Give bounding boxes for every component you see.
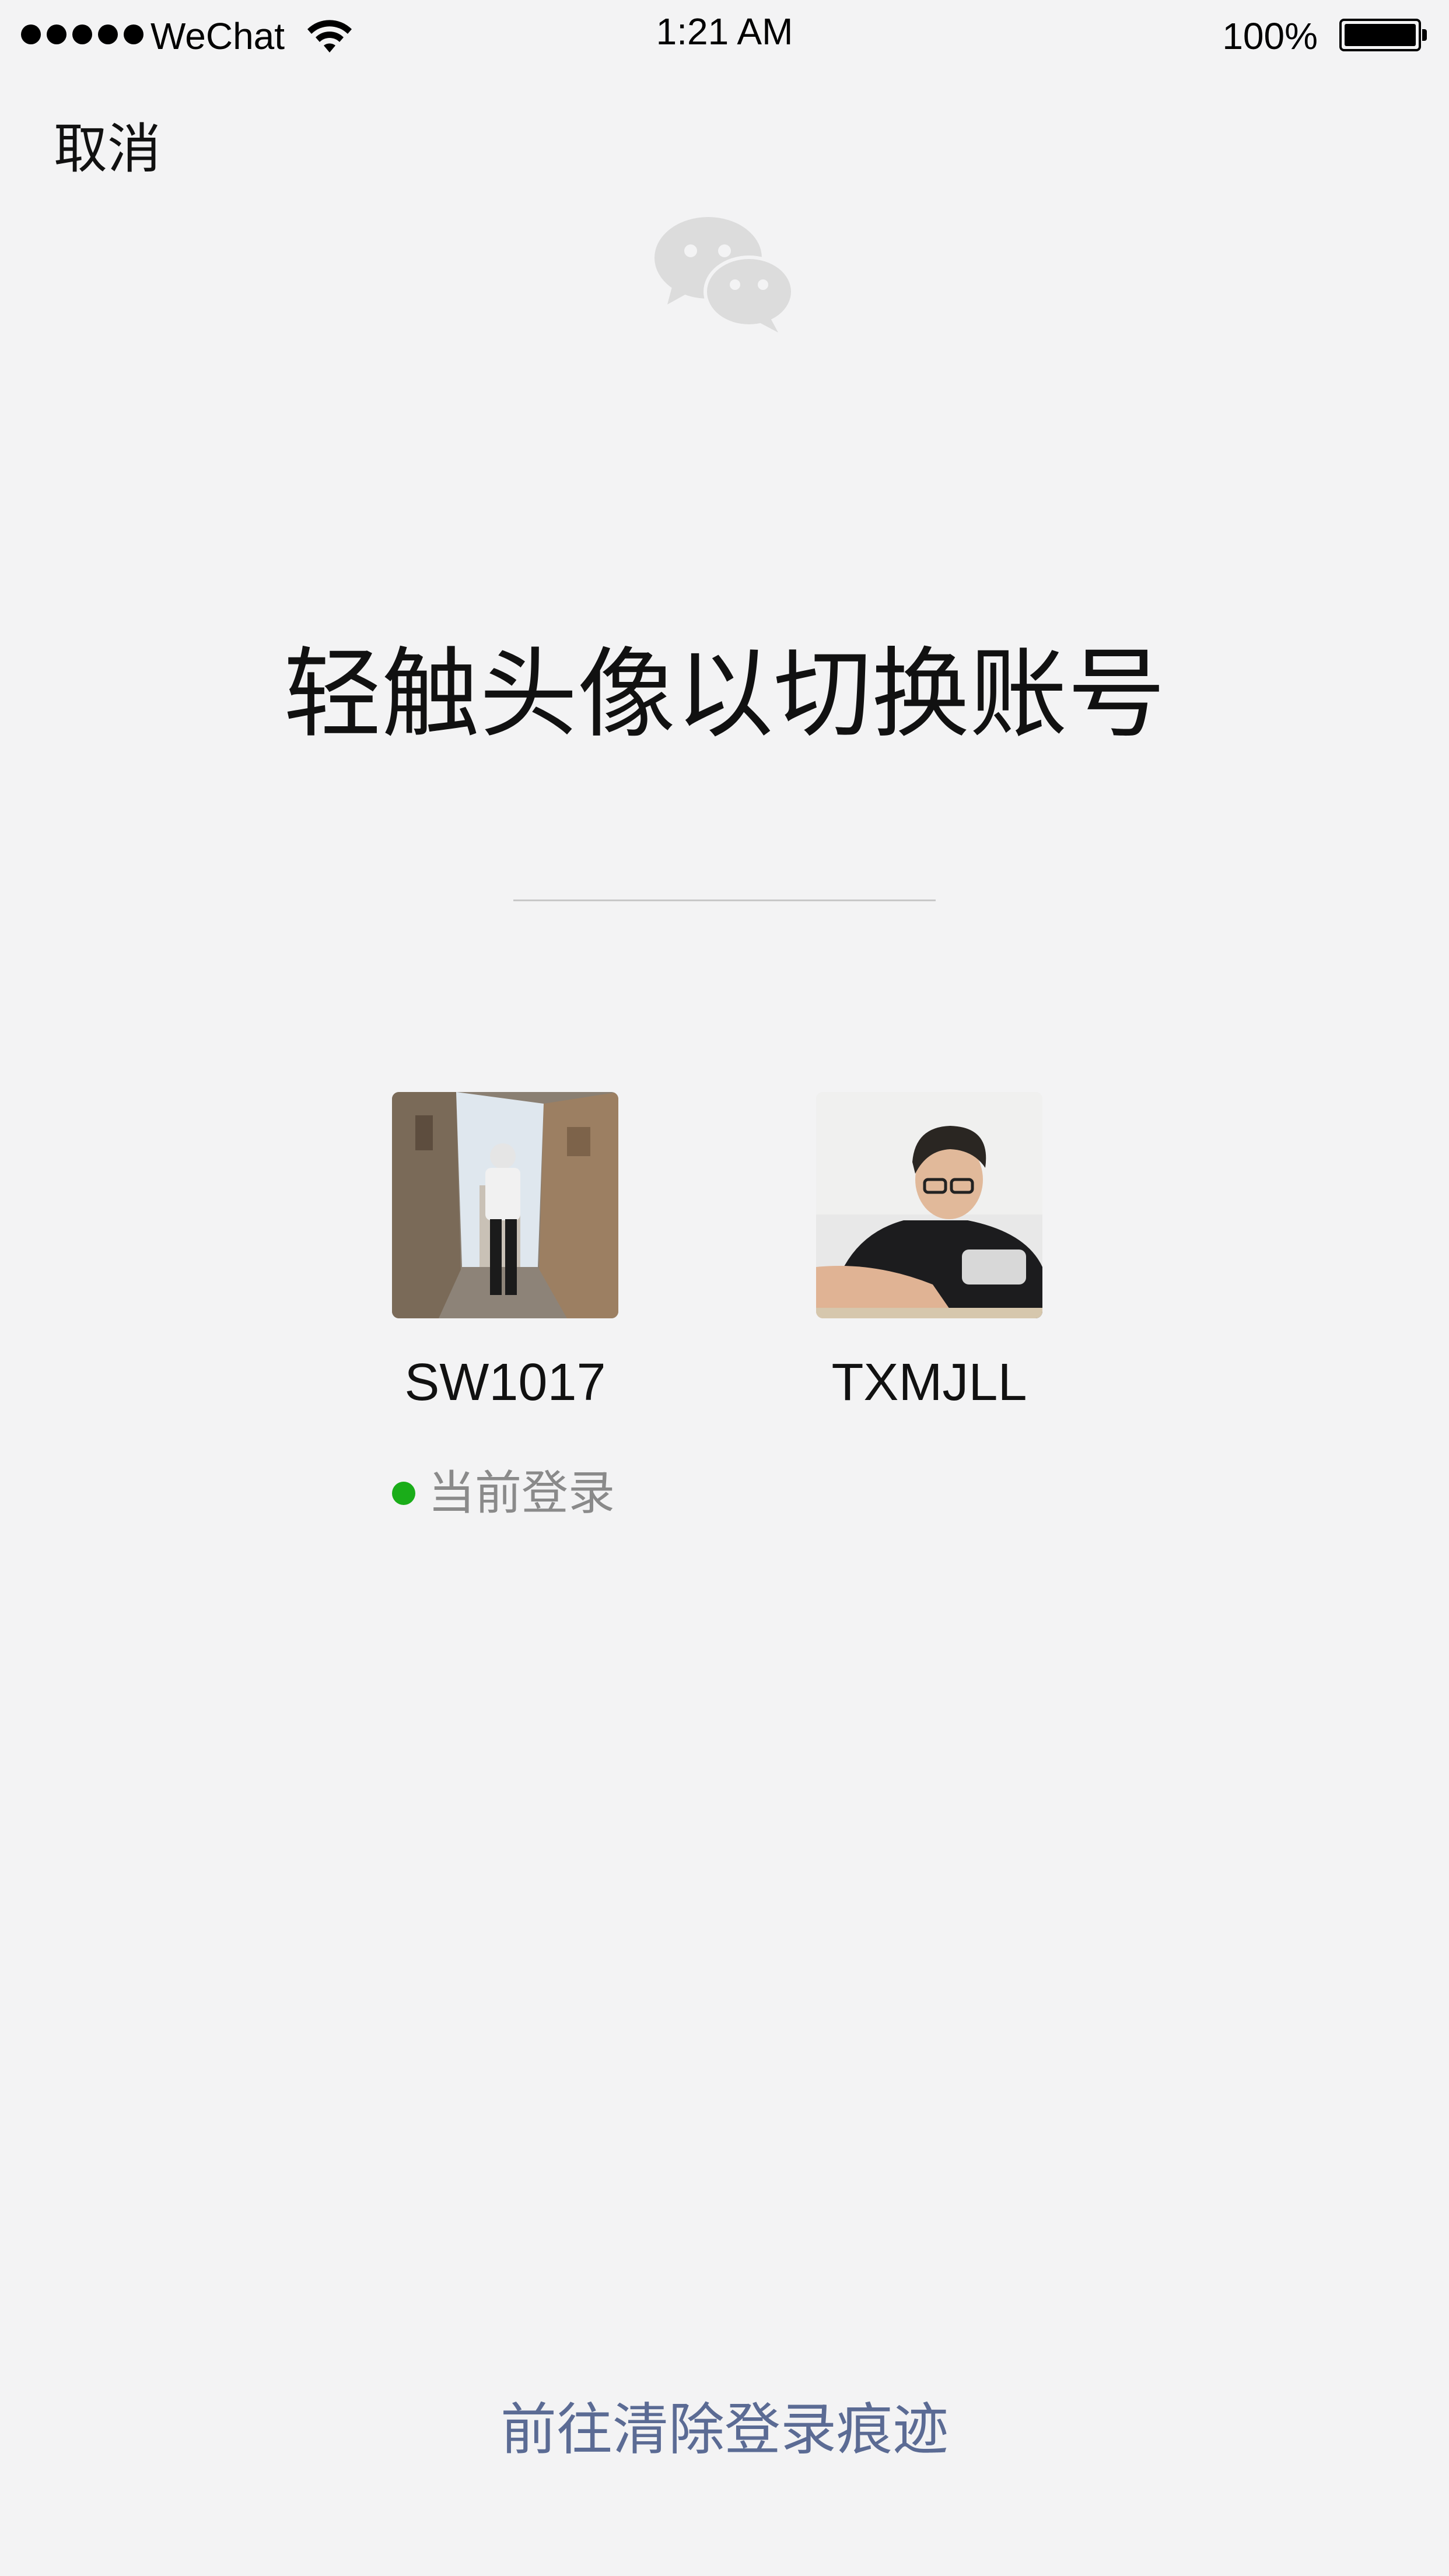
wechat-logo-icon [654, 217, 794, 332]
avatar-photo-alley [392, 1092, 618, 1318]
avatar[interactable] [816, 1092, 1042, 1318]
avatar-photo-person [816, 1092, 1042, 1318]
online-dot-icon [392, 1482, 415, 1505]
divider [513, 900, 936, 901]
account-item[interactable]: SW1017 [371, 1092, 639, 1418]
battery-percentage: 100% [1222, 15, 1318, 57]
account-name: SW1017 [404, 1353, 606, 1412]
current-login-label: 当前登录 [428, 1466, 615, 1520]
avatar[interactable] [392, 1092, 618, 1318]
status-bar: WeChat 1:21 AM 100% [0, 0, 1449, 70]
page-title: 轻触头像以切换账号 [284, 637, 1166, 751]
current-login-indicator: 当前登录 [392, 1458, 615, 1528]
clear-login-traces-link[interactable]: 前往清除登录痕迹 [0, 2392, 1449, 2468]
account-item[interactable]: TXMJLL [795, 1092, 1063, 1418]
cancel-button[interactable]: 取消 [54, 114, 161, 184]
battery-icon [1339, 19, 1427, 51]
account-name: TXMJLL [831, 1353, 1027, 1412]
